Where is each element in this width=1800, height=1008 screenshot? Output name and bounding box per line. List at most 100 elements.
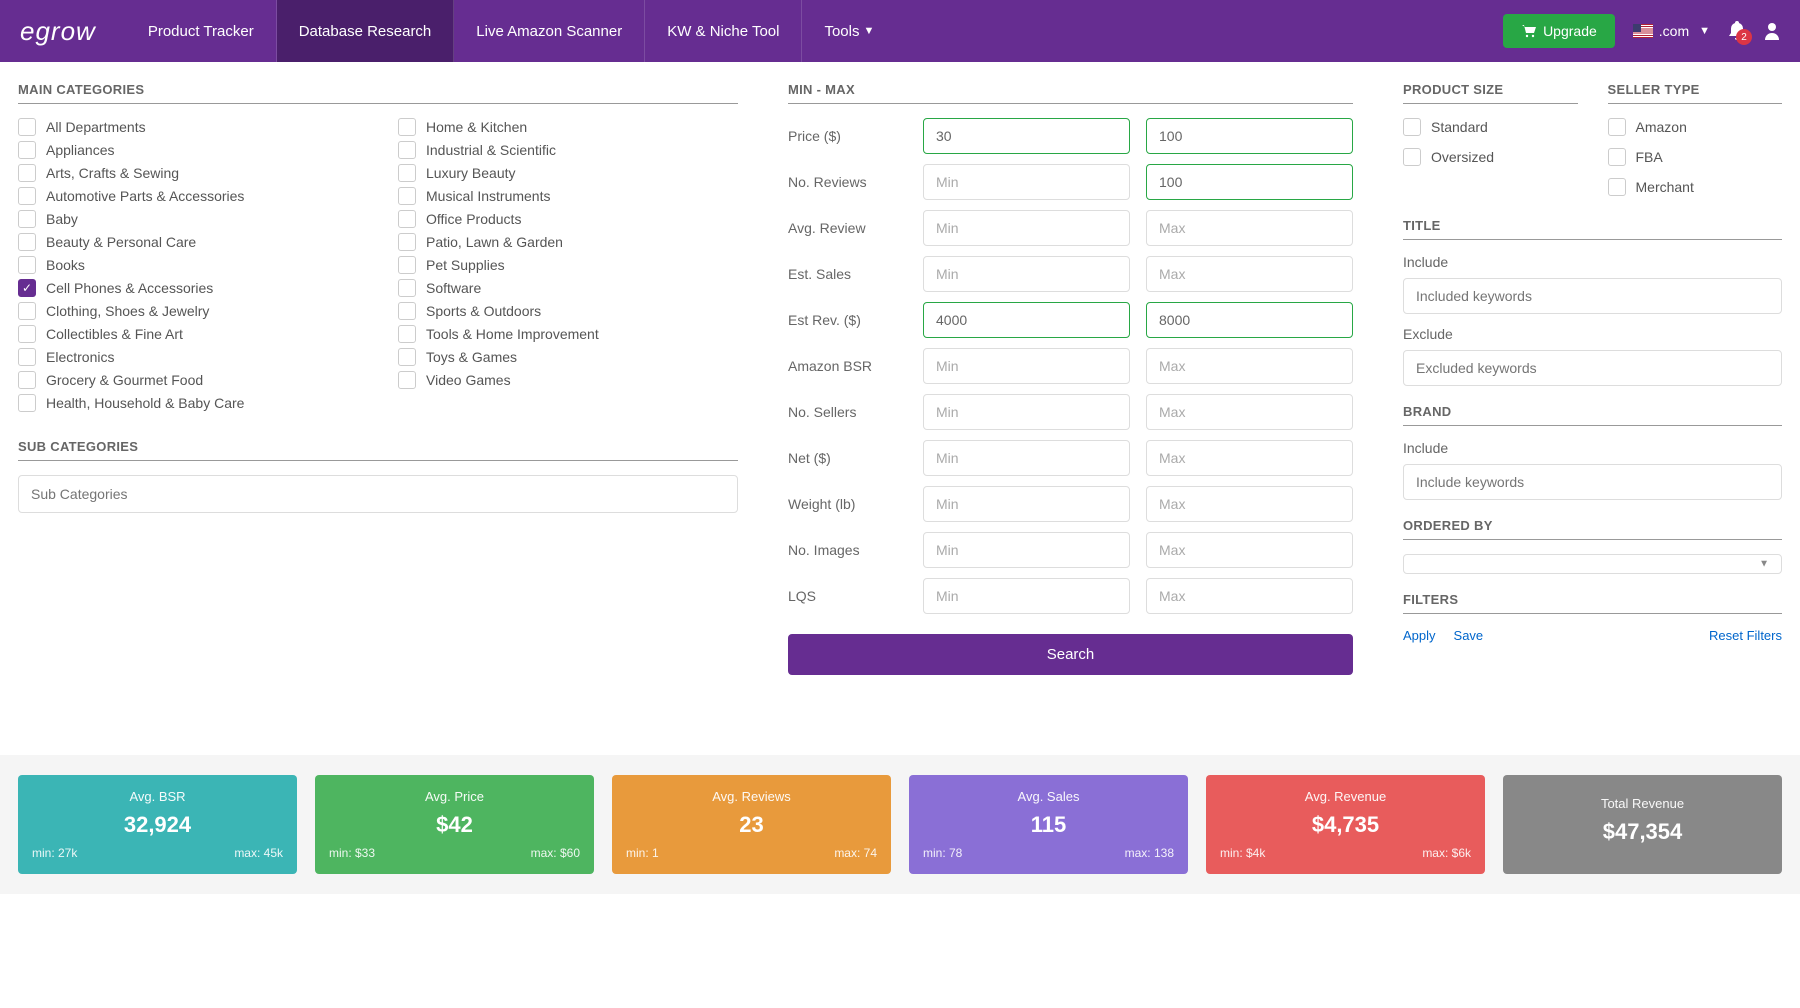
checkbox[interactable] [398, 371, 416, 389]
user-icon[interactable] [1764, 22, 1780, 40]
checkbox[interactable] [18, 233, 36, 251]
checkbox[interactable] [18, 302, 36, 320]
category-beauty-personal-care[interactable]: Beauty & Personal Care [18, 233, 358, 251]
category-clothing-shoes-jewelry[interactable]: Clothing, Shoes & Jewelry [18, 302, 358, 320]
checkbox[interactable] [1403, 148, 1421, 166]
nav-tab-database-research[interactable]: Database Research [277, 0, 455, 62]
min-input[interactable] [923, 578, 1130, 614]
category-patio-lawn-garden[interactable]: Patio, Lawn & Garden [398, 233, 738, 251]
checkbox[interactable] [398, 302, 416, 320]
brand-include-input[interactable] [1403, 464, 1782, 500]
max-input[interactable] [1146, 118, 1353, 154]
category-sports-outdoors[interactable]: Sports & Outdoors [398, 302, 738, 320]
checkbox[interactable] [398, 141, 416, 159]
nav-tab-kw-niche-tool[interactable]: KW & Niche Tool [645, 0, 802, 62]
checkbox[interactable] [18, 394, 36, 412]
checkbox[interactable] [18, 210, 36, 228]
category-software[interactable]: Software [398, 279, 738, 297]
checkbox[interactable]: ✓ [18, 279, 36, 297]
checkbox[interactable] [18, 187, 36, 205]
checkbox[interactable] [1608, 178, 1626, 196]
checkbox[interactable] [398, 348, 416, 366]
checkbox[interactable] [398, 256, 416, 274]
checkbox[interactable] [398, 233, 416, 251]
nav-tab-live-amazon-scanner[interactable]: Live Amazon Scanner [454, 0, 645, 62]
category-health-household-baby-care[interactable]: Health, Household & Baby Care [18, 394, 358, 412]
min-input[interactable] [923, 164, 1130, 200]
checkbox[interactable] [18, 141, 36, 159]
max-input[interactable] [1146, 348, 1353, 384]
checkbox[interactable] [18, 256, 36, 274]
checkbox[interactable] [18, 348, 36, 366]
category-electronics[interactable]: Electronics [18, 348, 358, 366]
category-all-departments[interactable]: All Departments [18, 118, 358, 136]
apply-link[interactable]: Apply [1403, 628, 1436, 643]
sub-categories-input[interactable] [18, 475, 738, 513]
category-cell-phones-accessories[interactable]: ✓Cell Phones & Accessories [18, 279, 358, 297]
max-input[interactable] [1146, 394, 1353, 430]
checkbox[interactable] [398, 210, 416, 228]
save-link[interactable]: Save [1454, 628, 1484, 643]
max-input[interactable] [1146, 486, 1353, 522]
category-musical-instruments[interactable]: Musical Instruments [398, 187, 738, 205]
category-toys-games[interactable]: Toys & Games [398, 348, 738, 366]
category-tools-home-improvement[interactable]: Tools & Home Improvement [398, 325, 738, 343]
checkbox[interactable] [398, 279, 416, 297]
min-input[interactable] [923, 256, 1130, 292]
nav-tab-tools[interactable]: Tools▼ [802, 0, 896, 62]
category-luxury-beauty[interactable]: Luxury Beauty [398, 164, 738, 182]
min-input[interactable] [923, 118, 1130, 154]
category-appliances[interactable]: Appliances [18, 141, 358, 159]
max-input[interactable] [1146, 210, 1353, 246]
category-home-kitchen[interactable]: Home & Kitchen [398, 118, 738, 136]
min-input[interactable] [923, 486, 1130, 522]
seller-type-amazon[interactable]: Amazon [1608, 118, 1783, 136]
min-input[interactable] [923, 348, 1130, 384]
max-input[interactable] [1146, 440, 1353, 476]
product-size-standard[interactable]: Standard [1403, 118, 1578, 136]
category-arts-crafts-sewing[interactable]: Arts, Crafts & Sewing [18, 164, 358, 182]
checkbox[interactable] [1608, 148, 1626, 166]
category-video-games[interactable]: Video Games [398, 371, 738, 389]
checkbox[interactable] [398, 118, 416, 136]
product-size-oversized[interactable]: Oversized [1403, 148, 1578, 166]
max-input[interactable] [1146, 532, 1353, 568]
category-collectibles-fine-art[interactable]: Collectibles & Fine Art [18, 325, 358, 343]
seller-type-merchant[interactable]: Merchant [1608, 178, 1783, 196]
category-automotive-parts-accessories[interactable]: Automotive Parts & Accessories [18, 187, 358, 205]
checkbox[interactable] [398, 325, 416, 343]
category-industrial-scientific[interactable]: Industrial & Scientific [398, 141, 738, 159]
category-office-products[interactable]: Office Products [398, 210, 738, 228]
min-input[interactable] [923, 302, 1130, 338]
ordered-by-select[interactable]: ▼ [1403, 554, 1782, 574]
checkbox[interactable] [1403, 118, 1421, 136]
min-input[interactable] [923, 394, 1130, 430]
max-input[interactable] [1146, 164, 1353, 200]
max-input[interactable] [1146, 256, 1353, 292]
max-input[interactable] [1146, 302, 1353, 338]
title-include-input[interactable] [1403, 278, 1782, 314]
min-input[interactable] [923, 210, 1130, 246]
search-button[interactable]: Search [788, 634, 1353, 675]
upgrade-button[interactable]: Upgrade [1503, 14, 1615, 48]
title-exclude-input[interactable] [1403, 350, 1782, 386]
category-pet-supplies[interactable]: Pet Supplies [398, 256, 738, 274]
checkbox[interactable] [18, 164, 36, 182]
notifications-button[interactable]: 2 [1728, 21, 1746, 41]
region-selector[interactable]: .com ▼ [1633, 23, 1710, 39]
checkbox[interactable] [18, 118, 36, 136]
seller-type-fba[interactable]: FBA [1608, 148, 1783, 166]
category-grocery-gourmet-food[interactable]: Grocery & Gourmet Food [18, 371, 358, 389]
checkbox[interactable] [398, 187, 416, 205]
min-input[interactable] [923, 440, 1130, 476]
checkbox[interactable] [18, 371, 36, 389]
min-input[interactable] [923, 532, 1130, 568]
max-input[interactable] [1146, 578, 1353, 614]
reset-filters-link[interactable]: Reset Filters [1709, 628, 1782, 643]
checkbox[interactable] [1608, 118, 1626, 136]
checkbox[interactable] [18, 325, 36, 343]
category-books[interactable]: Books [18, 256, 358, 274]
checkbox[interactable] [398, 164, 416, 182]
category-baby[interactable]: Baby [18, 210, 358, 228]
nav-tab-product-tracker[interactable]: Product Tracker [126, 0, 277, 62]
